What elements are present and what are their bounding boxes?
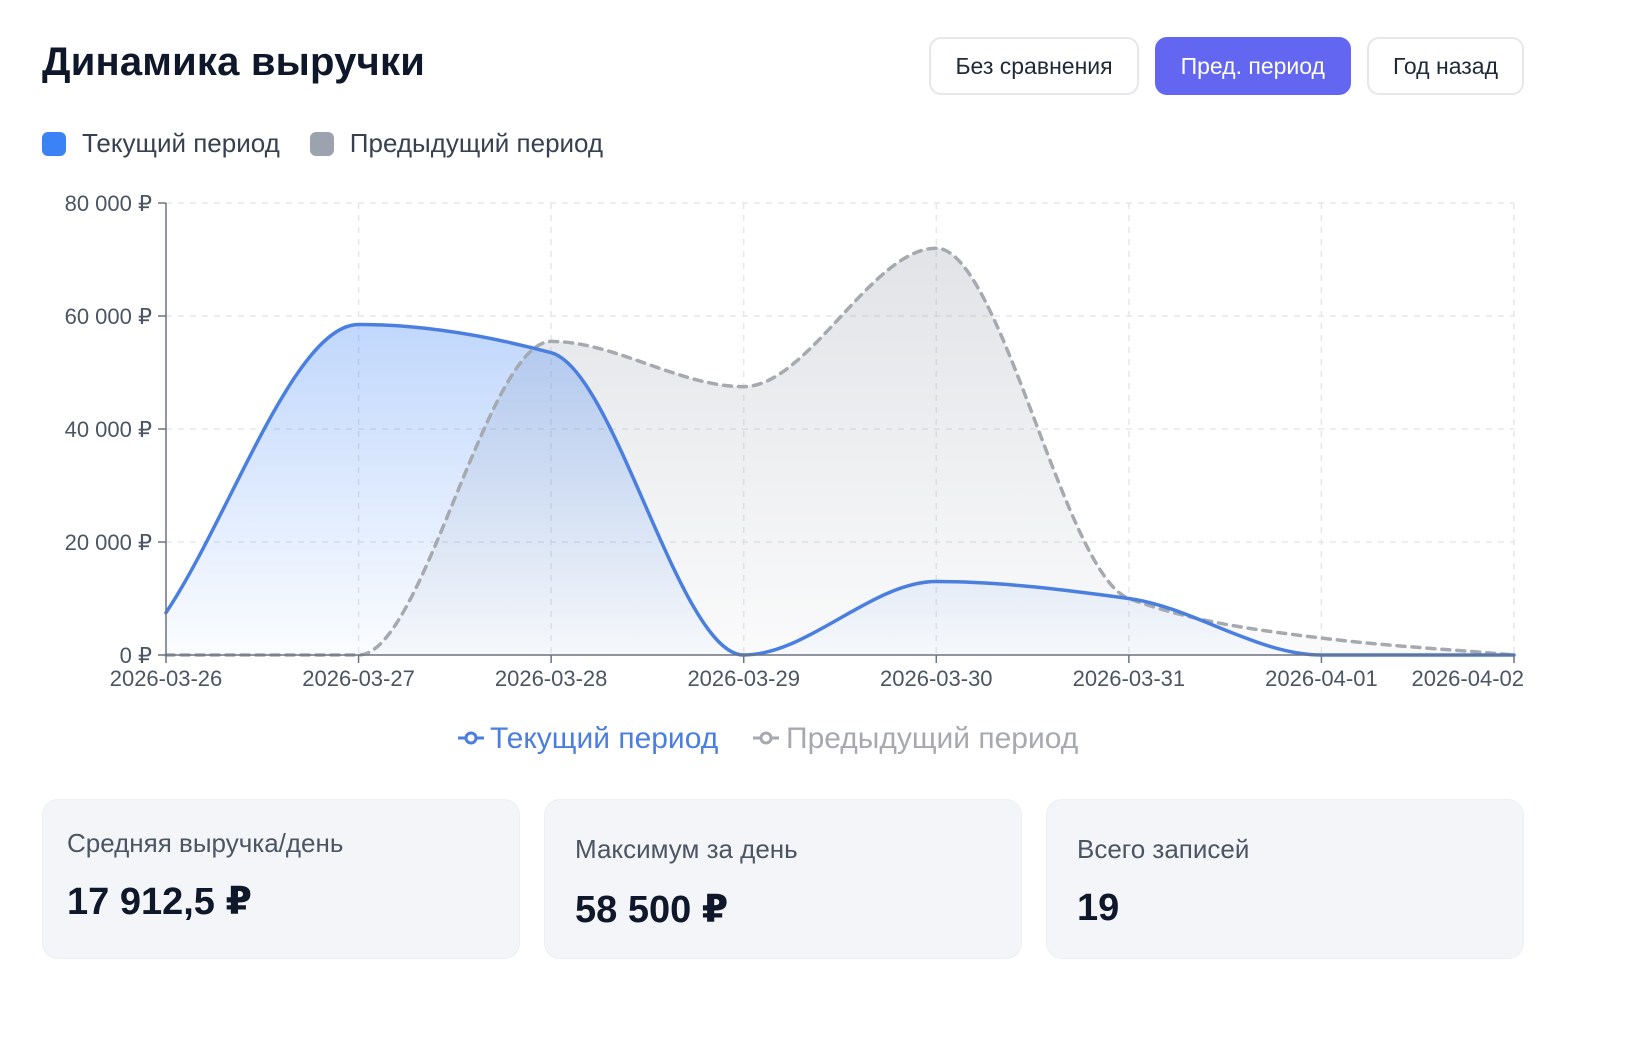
legend-label-current: Текущий период: [82, 128, 280, 158]
y-tick-label: 80 000 ₽: [65, 191, 152, 216]
stat-value: 17 912,5 ₽: [67, 881, 252, 923]
y-tick-label: 40 000 ₽: [65, 417, 152, 442]
stat-value: 58 500 ₽: [575, 889, 729, 931]
legend-top: Текущий период Предыдущий период: [42, 128, 633, 159]
previous-period-button[interactable]: Пред. период: [1154, 37, 1351, 95]
stat-card-max: Максимум за день 58 500 ₽: [544, 799, 1022, 959]
page-title: Динамика выручки: [42, 40, 425, 84]
revenue-card: Динамика выручки Без сравнения Пред. пер…: [0, 0, 1636, 1048]
legend-bottom-label-previous: Предыдущий период: [786, 722, 1078, 755]
comparison-toggle: Без сравнения Пред. период Год назад: [929, 37, 1524, 95]
legend-label-previous: Предыдущий период: [349, 128, 604, 158]
legend-bottom-marker-dot-current: [464, 731, 478, 745]
y-tick-label: 20 000 ₽: [65, 530, 152, 555]
stat-card-avg: Средняя выручка/день 17 912,5 ₽: [42, 799, 520, 959]
legend-bottom-item-previous[interactable]: Предыдущий период: [753, 722, 1078, 755]
legend-bottom-marker-dot-previous: [759, 731, 773, 745]
y-tick-label: 60 000 ₽: [65, 304, 152, 329]
legend-item-current[interactable]: Текущий период: [42, 128, 280, 159]
x-tick-label: 2026-03-26: [110, 666, 223, 691]
x-tick-label: 2026-03-27: [302, 666, 415, 691]
area-fills: [166, 248, 1514, 655]
x-tick-label: 2026-03-29: [687, 666, 800, 691]
x-tick-label: 2026-03-31: [1073, 666, 1186, 691]
legend-bottom-item-current[interactable]: Текущий период: [458, 722, 718, 755]
x-tick-label: 2026-03-30: [880, 666, 993, 691]
x-tick-label: 2026-04-01: [1265, 666, 1378, 691]
stat-value: 19: [1077, 887, 1120, 929]
year-ago-button[interactable]: Год назад: [1366, 37, 1524, 95]
stats-row: Средняя выручка/день 17 912,5 ₽ Максимум…: [42, 799, 1524, 959]
revenue-chart: 0 ₽ 20 000 ₽ 40 000 ₽ 60 000 ₽ 80 000 ₽ 2026-…: [65, 191, 1524, 755]
stat-label: Максимум за день: [575, 834, 798, 864]
y-tick-label: 0 ₽: [120, 643, 152, 668]
legend-bottom-label-current: Текущий период: [490, 722, 718, 755]
legend-swatch-previous: [309, 131, 334, 156]
stat-label: Средняя выручка/день: [67, 828, 344, 858]
stat-label: Всего записей: [1077, 834, 1250, 864]
x-tick-label: 2026-04-02: [1411, 666, 1524, 691]
legend-bottom: Текущий период Предыдущий период: [458, 722, 1078, 755]
x-tick-label: 2026-03-28: [495, 666, 608, 691]
stat-card-count: Всего записей 19: [1046, 799, 1524, 959]
no-comparison-button[interactable]: Без сравнения: [929, 37, 1139, 95]
legend-swatch-current: [42, 131, 66, 156]
legend-item-previous[interactable]: Предыдущий период: [309, 128, 604, 159]
